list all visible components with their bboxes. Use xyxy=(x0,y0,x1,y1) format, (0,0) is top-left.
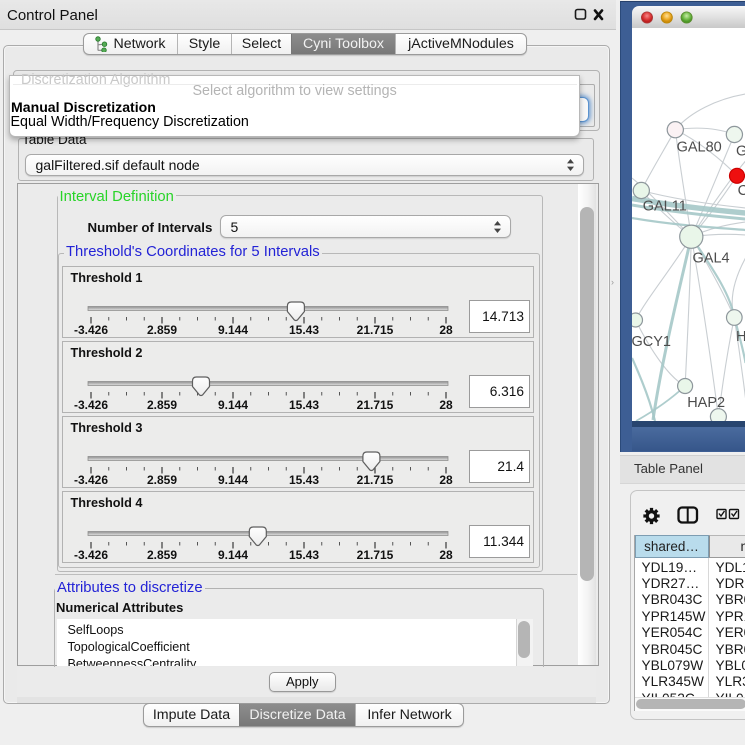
svg-text:GAL80: GAL80 xyxy=(676,139,721,155)
svg-text:-3.426: -3.426 xyxy=(74,473,108,487)
svg-text:GAL4: GAL4 xyxy=(692,251,729,267)
svg-text:GAL11: GAL11 xyxy=(642,198,686,214)
svg-text:-3.426: -3.426 xyxy=(74,323,108,337)
svg-text:9.144: 9.144 xyxy=(218,473,248,487)
svg-text:21.715: 21.715 xyxy=(357,323,394,337)
svg-text:GCY1: GCY1 xyxy=(632,334,671,350)
svg-text:28: 28 xyxy=(439,548,453,562)
svg-text:28: 28 xyxy=(439,398,453,412)
svg-text:HAP2: HAP2 xyxy=(687,395,725,411)
svg-text:28: 28 xyxy=(439,323,453,337)
svg-text:2.859: 2.859 xyxy=(147,398,177,412)
svg-text:21.715: 21.715 xyxy=(357,398,394,412)
svg-text:9.144: 9.144 xyxy=(218,323,248,337)
svg-text:28: 28 xyxy=(439,473,453,487)
svg-text:2.859: 2.859 xyxy=(147,473,177,487)
svg-text:9.144: 9.144 xyxy=(218,398,248,412)
svg-text:15.43: 15.43 xyxy=(289,473,319,487)
svg-text:2.859: 2.859 xyxy=(147,323,177,337)
svg-text:21.715: 21.715 xyxy=(357,473,394,487)
svg-text:9.144: 9.144 xyxy=(218,548,248,562)
svg-text:CYC: CYC xyxy=(737,183,745,199)
svg-text:GAL7: GAL7 xyxy=(736,144,745,160)
svg-text:21.715: 21.715 xyxy=(357,548,394,562)
svg-text:HIS: HIS xyxy=(736,329,745,345)
svg-text:15.43: 15.43 xyxy=(289,323,319,337)
svg-text:-3.426: -3.426 xyxy=(74,548,108,562)
svg-text:15.43: 15.43 xyxy=(289,398,319,412)
svg-text:2.859: 2.859 xyxy=(147,548,177,562)
svg-text:15.43: 15.43 xyxy=(289,548,319,562)
svg-text:-3.426: -3.426 xyxy=(74,398,108,412)
